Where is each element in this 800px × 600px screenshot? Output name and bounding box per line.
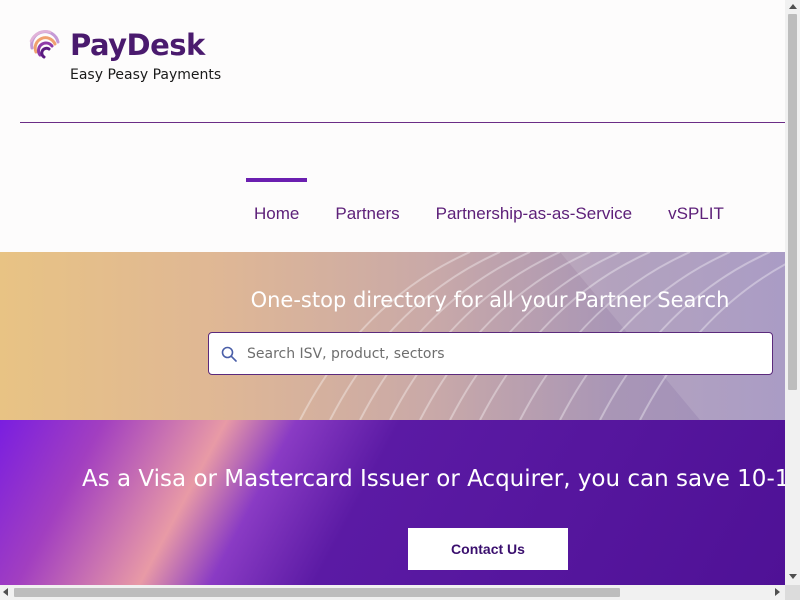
header-divider	[20, 122, 785, 123]
brand-tagline: Easy Peasy Payments	[70, 67, 222, 83]
nav-item-partnership-as-a-service[interactable]: Partnership-as-as-Service	[418, 178, 651, 224]
nav-item-label: vSPLIT	[668, 204, 724, 223]
horizontal-scrollbar[interactable]	[0, 585, 785, 600]
paydesk-logo[interactable]: PayDesk Easy Peasy Payments	[28, 28, 228, 88]
scroll-down-arrow-icon[interactable]	[789, 574, 797, 579]
page: PayDesk Easy Peasy Payments Home Partner…	[0, 0, 800, 600]
nav-item-vsplit[interactable]: vSPLIT	[650, 178, 742, 224]
vertical-scrollbar[interactable]	[785, 0, 800, 585]
vertical-scroll-thumb[interactable]	[788, 14, 797, 390]
contact-us-button[interactable]: Contact Us	[408, 528, 568, 570]
hero-search-section: One-stop directory for all your Partner …	[0, 252, 785, 420]
nav-item-label: Partners	[335, 204, 400, 223]
scroll-right-arrow-icon[interactable]	[775, 588, 780, 596]
nav-item-home[interactable]: Home	[236, 178, 317, 224]
nav-item-label: Partnership-as-as-Service	[435, 204, 633, 223]
partner-search-box[interactable]	[208, 332, 773, 375]
search-input[interactable]	[247, 333, 762, 374]
horizontal-scroll-thumb[interactable]	[14, 588, 620, 597]
scroll-up-arrow-icon[interactable]	[789, 4, 797, 9]
brand-name: PayDesk	[70, 28, 205, 62]
hero-title: One-stop directory for all your Partner …	[250, 288, 730, 312]
scroll-left-arrow-icon[interactable]	[3, 588, 8, 596]
nav-item-partners[interactable]: Partners	[317, 178, 417, 224]
scrollbar-corner	[785, 585, 800, 600]
promo-text: As a Visa or Mastercard Issuer or Acquir…	[82, 466, 785, 492]
fingerprint-swirl-logo-icon	[29, 30, 60, 59]
search-icon	[221, 346, 237, 362]
nav-item-label: Home	[254, 204, 300, 223]
issuer-acquirer-promo: As a Visa or Mastercard Issuer or Acquir…	[0, 420, 785, 585]
main-nav: Home Partners Partnership-as-as-Service …	[236, 178, 742, 228]
